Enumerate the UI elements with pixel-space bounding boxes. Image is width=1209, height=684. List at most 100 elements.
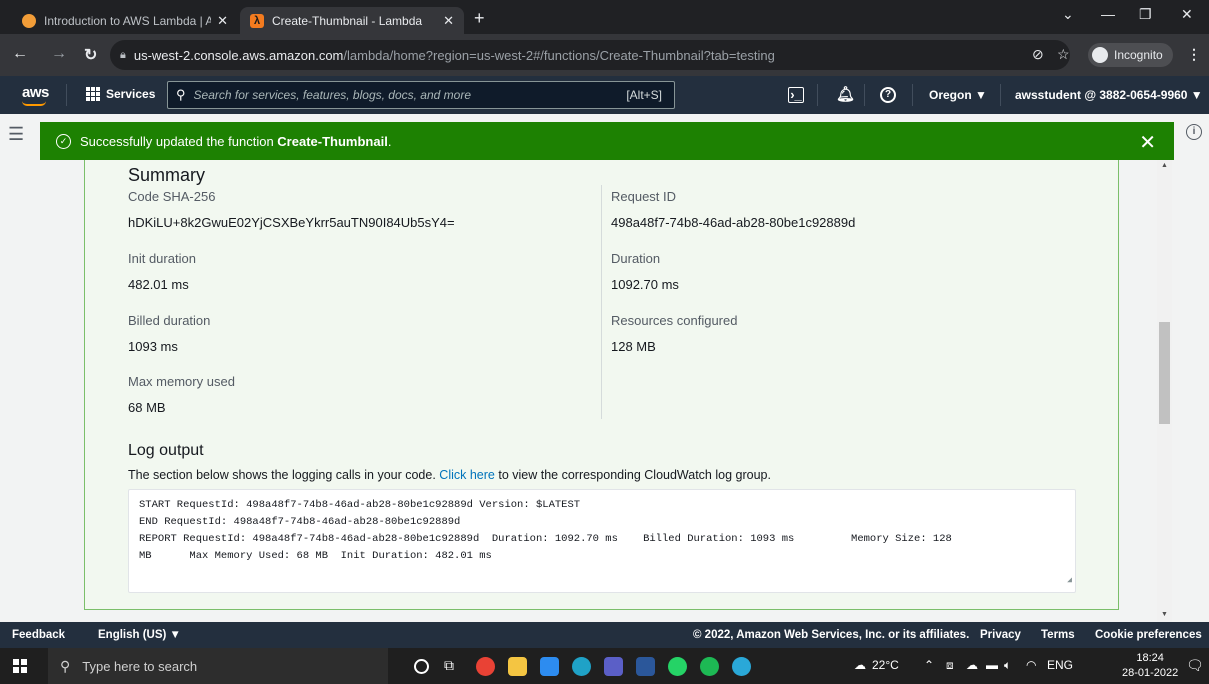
tab-title: Introduction to AWS Lambda | A xyxy=(44,13,212,28)
windows-start-icon[interactable] xyxy=(13,659,27,673)
divider xyxy=(912,84,913,106)
log-output-textarea[interactable]: START RequestId: 498a48f7-74b8-46ad-ab28… xyxy=(128,489,1076,593)
new-tab-button[interactable]: + xyxy=(474,8,485,29)
duration-value: 1092.70 ms xyxy=(611,277,679,292)
chevron-down-icon[interactable]: ⌄ xyxy=(1062,6,1074,23)
divider xyxy=(66,84,67,106)
request-id-value: 498a48f7-74b8-46ad-ab28-80be1c92889d xyxy=(611,215,856,230)
aws-logo[interactable]: aws xyxy=(22,84,49,106)
column-divider xyxy=(601,185,602,419)
aws-academy-icon xyxy=(22,13,36,28)
privacy-link[interactable]: Privacy xyxy=(980,629,1021,641)
info-icon[interactable]: i xyxy=(1186,124,1202,140)
weather-icon[interactable]: ☁ xyxy=(854,658,866,672)
grid-icon xyxy=(86,87,100,101)
back-arrow-icon[interactable]: ← xyxy=(12,45,28,63)
lambda-icon: λ xyxy=(250,13,264,28)
help-icon[interactable]: ? xyxy=(880,87,896,103)
forward-arrow-icon[interactable]: → xyxy=(51,45,67,63)
vertical-scrollbar[interactable]: ▲ ▼ xyxy=(1157,154,1172,622)
cookie-preferences-link[interactable]: Cookie preferences xyxy=(1095,629,1202,641)
resources-label: Resources configured xyxy=(611,313,738,328)
restore-icon[interactable]: ❐ xyxy=(1139,6,1152,23)
eye-slash-icon[interactable]: ⊘ xyxy=(1032,46,1044,63)
whatsapp-icon[interactable] xyxy=(668,657,687,676)
init-duration-label: Init duration xyxy=(128,251,196,266)
bell-icon[interactable]: 🔔︎ xyxy=(836,85,855,103)
hamburger-menu-icon[interactable]: ☰ xyxy=(8,124,24,145)
init-duration-value: 482.01 ms xyxy=(128,277,189,292)
log-output-heading: Log output xyxy=(128,442,204,459)
task-view-icon[interactable]: ⧉ xyxy=(444,657,463,676)
windows-taskbar: ⚲ Type here to search ⧉ ☁ 22°C ⌃ ⧈ ☁ ▬ 🔈… xyxy=(0,648,1209,684)
reload-icon[interactable]: ↻ xyxy=(84,45,97,65)
word-icon[interactable] xyxy=(636,657,655,676)
browser-tab-lambda[interactable]: λ Create-Thumbnail - Lambda ✕ xyxy=(240,7,464,34)
feedback-link[interactable]: Feedback xyxy=(12,629,65,641)
close-icon[interactable]: ✕ xyxy=(217,13,228,29)
divider xyxy=(817,84,818,106)
notifications-icon[interactable]: 🗨︎ xyxy=(1186,657,1204,674)
resources-field: Resources configured 128 MB xyxy=(611,313,737,354)
help-app-icon[interactable] xyxy=(732,657,751,676)
max-memory-value: 68 MB xyxy=(128,400,166,415)
minimize-icon[interactable]: — xyxy=(1101,6,1115,22)
aws-top-nav: aws Services ⚲ Search for services, feat… xyxy=(0,76,1209,114)
account-menu[interactable]: awsstudent @ 3882-0654-9960 ▼ xyxy=(1015,88,1203,102)
search-icon: ⚲ xyxy=(60,657,71,674)
browser-menu-icon[interactable]: ⋮ xyxy=(1187,46,1201,63)
region-selector[interactable]: Oregon ▼ xyxy=(929,88,987,102)
cloudwatch-link[interactable]: Click here xyxy=(439,468,495,482)
star-icon[interactable]: ☆ xyxy=(1057,46,1070,63)
scroll-down-icon[interactable]: ▼ xyxy=(1161,611,1168,618)
volume-icon[interactable]: 🔈︎ xyxy=(1004,658,1011,673)
cloudshell-icon[interactable]: ›_ xyxy=(788,87,804,103)
edge-icon[interactable] xyxy=(572,657,591,676)
tray-app-icon[interactable]: ⧈ xyxy=(946,658,954,673)
teams-icon[interactable] xyxy=(604,657,623,676)
taskbar-search-input[interactable]: ⚲ Type here to search xyxy=(48,648,388,684)
max-memory-field: Max memory used 68 MB xyxy=(128,374,235,415)
file-explorer-icon[interactable] xyxy=(508,657,527,676)
language-selector[interactable]: English (US) ▼ xyxy=(98,629,181,641)
resources-value: 128 MB xyxy=(611,339,656,354)
window-close-icon[interactable]: ✕ xyxy=(1181,6,1193,23)
terms-link[interactable]: Terms xyxy=(1041,629,1075,641)
scroll-up-icon[interactable]: ▲ xyxy=(1161,162,1168,169)
code-sha-field: Code SHA-256 hDKiLU+8k2GwuE02YjCSXBeYkrr… xyxy=(128,189,455,230)
close-icon[interactable]: ✕ xyxy=(443,13,454,29)
search-placeholder: Search for services, features, blogs, do… xyxy=(193,88,471,102)
dismiss-close-icon[interactable]: ✕ xyxy=(1139,130,1156,155)
check-circle-icon: ✓ xyxy=(56,133,71,149)
resize-grip-icon[interactable]: ◢ xyxy=(1067,572,1072,589)
duration-label: Duration xyxy=(611,251,661,266)
wifi-icon[interactable]: ◠ xyxy=(1026,658,1036,672)
url-path: /lambda/home?region=us-west-2#/functions… xyxy=(343,47,775,63)
services-menu-button[interactable]: Services xyxy=(86,87,155,101)
address-bar[interactable]: 🔒︎ us-west-2.console.aws.amazon.com/lamb… xyxy=(110,40,1070,70)
divider xyxy=(1000,84,1001,106)
flash-prefix: Successfully updated the function xyxy=(80,133,278,149)
log-desc-prefix: The section below shows the logging call… xyxy=(128,468,440,482)
log-desc-suffix: to view the corresponding CloudWatch log… xyxy=(494,468,771,482)
billed-duration-label: Billed duration xyxy=(128,313,211,328)
incognito-indicator[interactable]: Incognito xyxy=(1088,43,1173,67)
store-icon[interactable] xyxy=(540,657,559,676)
success-flashbar: ✓ Successfully updated the function Crea… xyxy=(40,122,1174,160)
aws-search-input[interactable]: ⚲ Search for services, features, blogs, … xyxy=(167,81,675,109)
clock-date: 28-01-2022 xyxy=(1122,667,1179,679)
spotify-icon[interactable] xyxy=(700,657,719,676)
summary-heading: Summary xyxy=(128,165,206,185)
cortana-icon[interactable] xyxy=(414,659,429,674)
main-content: ☰ i ✓ Successfully updated the function … xyxy=(0,114,1209,622)
tray-chevron-icon[interactable]: ⌃ xyxy=(924,658,934,672)
weather-temp[interactable]: 22°C xyxy=(872,658,899,672)
chrome-icon[interactable] xyxy=(476,657,495,676)
input-language[interactable]: ENG xyxy=(1047,658,1073,672)
battery-icon[interactable]: ▬ xyxy=(986,658,998,672)
onedrive-icon[interactable]: ☁ xyxy=(966,658,978,672)
system-clock[interactable]: 18:24 28-01-2022 xyxy=(1122,651,1178,681)
browser-tab-aws-academy[interactable]: Introduction to AWS Lambda | A ✕ xyxy=(12,7,238,34)
scrollbar-thumb[interactable] xyxy=(1159,322,1170,424)
lock-icon: 🔒︎ xyxy=(120,48,126,61)
